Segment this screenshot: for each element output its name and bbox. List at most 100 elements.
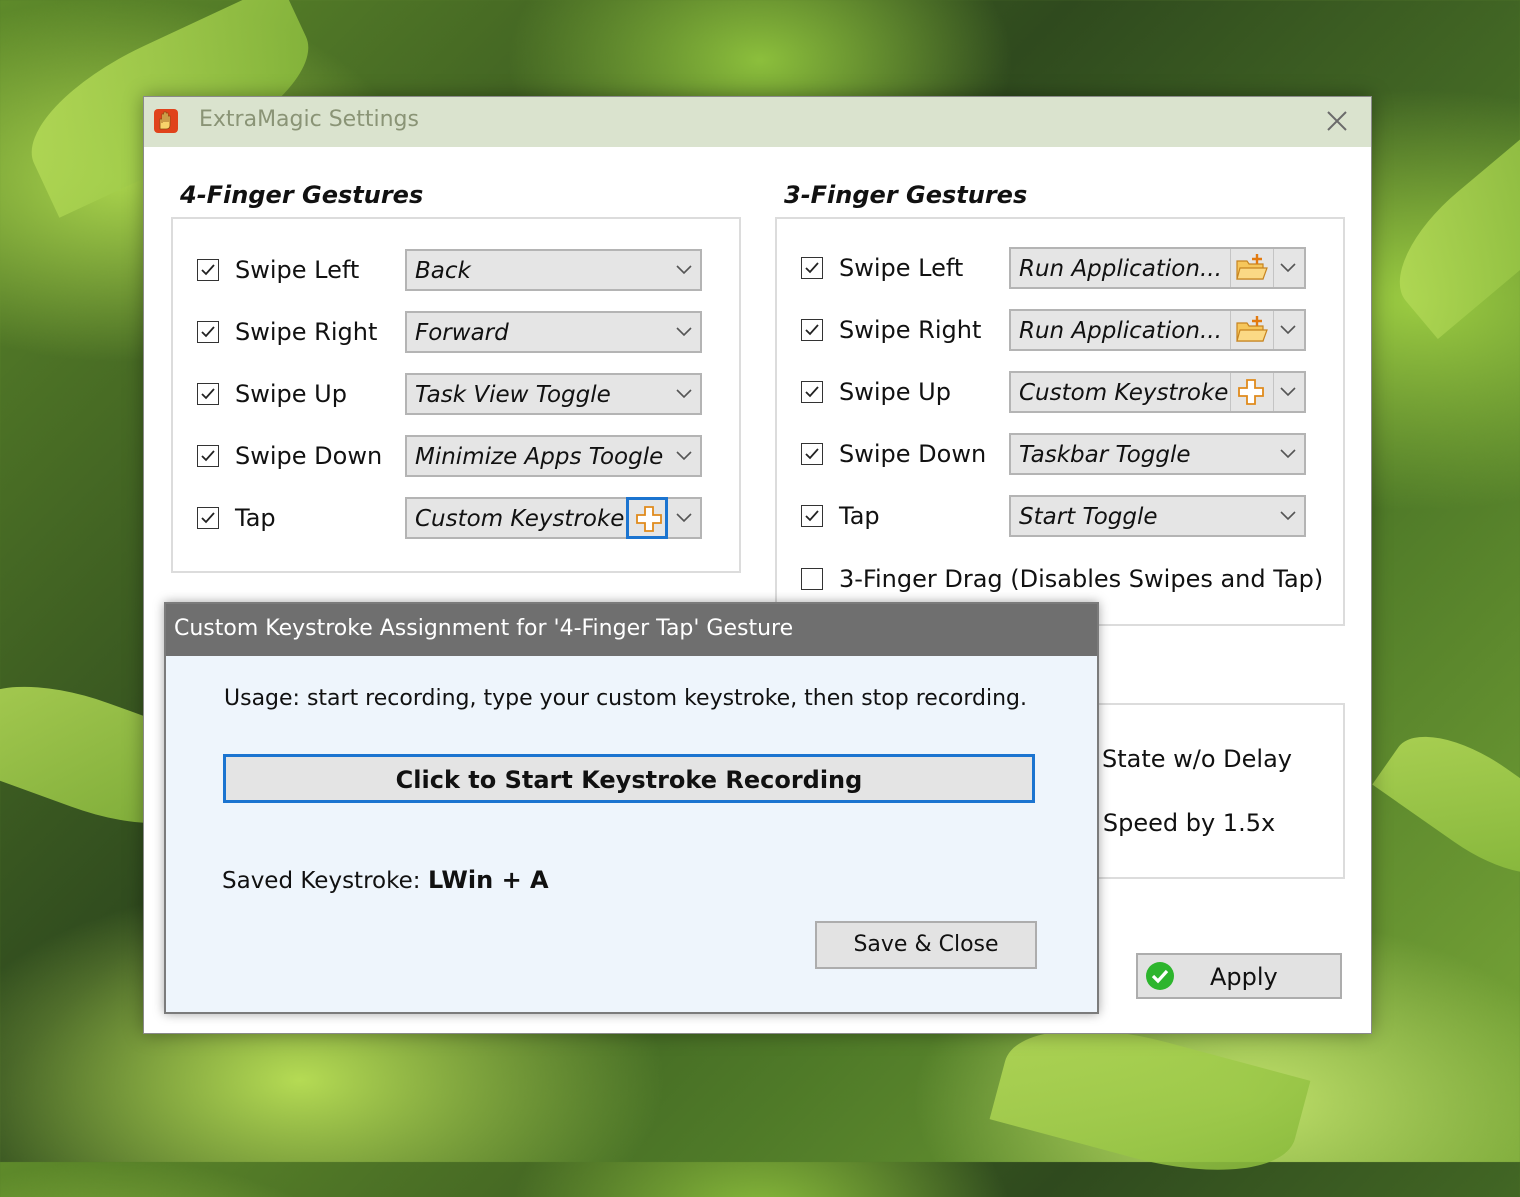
four-finger-action-dropdown-swipe-right[interactable]: Forward <box>405 311 702 353</box>
check-mark-icon <box>201 326 215 338</box>
three-finger-plus-button-swipe-up[interactable] <box>1230 373 1274 411</box>
three-finger-folder-button-swipe-left[interactable] <box>1230 249 1274 287</box>
chevron-down-icon <box>1280 387 1296 397</box>
four-finger-checkbox-swipe-down[interactable] <box>197 445 219 467</box>
check-mark-icon <box>805 324 819 336</box>
chevron-down-icon <box>1280 449 1296 459</box>
hand-icon <box>154 109 178 133</box>
four-finger-dropdown-arrow-swipe-down[interactable] <box>668 437 700 475</box>
three-finger-action-value-tap: Start Toggle <box>1019 504 1158 530</box>
three-finger-folder-button-swipe-right[interactable] <box>1230 311 1274 349</box>
three-finger-checkbox-swipe-right[interactable] <box>801 319 823 341</box>
four-finger-row-swipe-down: Swipe Down Minimize Apps Toogle <box>197 435 757 479</box>
chevron-down-icon <box>676 327 692 337</box>
usage-text: Usage: start recording, type your custom… <box>224 686 1028 711</box>
four-finger-dropdown-arrow-swipe-up[interactable] <box>668 375 700 413</box>
four-finger-action-dropdown-swipe-down[interactable]: Minimize Apps Toogle <box>405 435 702 477</box>
saved-keystroke-value: LWin + A <box>428 866 549 894</box>
three-finger-action-dropdown-tap[interactable]: Start Toggle <box>1009 495 1306 537</box>
four-finger-title: 4-Finger Gestures <box>180 181 424 209</box>
four-finger-label-swipe-up: Swipe Up <box>235 380 347 408</box>
three-finger-checkbox-swipe-down[interactable] <box>801 443 823 465</box>
check-mark-icon <box>805 386 819 398</box>
saved-keystroke-label: Saved Keystroke: <box>222 868 421 894</box>
three-finger-dropdown-arrow-swipe-right[interactable] <box>1272 311 1304 349</box>
four-finger-action-dropdown-swipe-left[interactable]: Back <box>405 249 702 291</box>
check-mark-icon <box>805 262 819 274</box>
three-finger-row-tap: Tap Start Toggle <box>801 495 1361 539</box>
option-label-1: State w/o Delay <box>1102 745 1293 773</box>
three-finger-drag-label: 3-Finger Drag (Disables Swipes and Tap) <box>839 565 1324 593</box>
four-finger-action-dropdown-tap[interactable]: Custom Keystroke. <box>405 497 702 539</box>
three-finger-dropdown-arrow-swipe-left[interactable] <box>1272 249 1304 287</box>
three-finger-action-dropdown-swipe-right[interactable]: Run Application... <box>1009 309 1306 351</box>
three-finger-title: 3-Finger Gestures <box>784 181 1028 209</box>
three-finger-drag-row[interactable]: 3-Finger Drag (Disables Swipes and Tap) <box>801 558 1324 602</box>
four-finger-plus-button-tap[interactable] <box>626 497 668 539</box>
save-close-button[interactable]: Save & Close <box>815 921 1037 969</box>
check-circle-icon <box>1146 962 1174 990</box>
four-finger-action-value-swipe-up: Task View Toggle <box>415 382 611 408</box>
three-finger-dropdown-arrow-tap[interactable] <box>1272 497 1304 535</box>
four-finger-dropdown-arrow-swipe-right[interactable] <box>668 313 700 351</box>
three-finger-action-dropdown-swipe-left[interactable]: Run Application... <box>1009 247 1306 289</box>
check-mark-icon <box>201 512 215 524</box>
folder-open-icon <box>1236 316 1268 342</box>
chevron-down-icon <box>676 451 692 461</box>
four-finger-label-swipe-left: Swipe Left <box>235 256 360 284</box>
check-mark-icon <box>201 264 215 276</box>
chevron-down-icon <box>1280 325 1296 335</box>
chevron-down-icon <box>676 265 692 275</box>
three-finger-action-dropdown-swipe-down[interactable]: Taskbar Toggle <box>1009 433 1306 475</box>
four-finger-action-value-swipe-right: Forward <box>415 320 509 346</box>
four-finger-label-swipe-down: Swipe Down <box>235 442 383 470</box>
three-finger-label-swipe-right: Swipe Right <box>839 316 982 344</box>
three-finger-checkbox-tap[interactable] <box>801 505 823 527</box>
four-finger-row-tap: Tap Custom Keystroke. <box>197 497 757 541</box>
three-finger-label-swipe-up: Swipe Up <box>839 378 951 406</box>
three-finger-dropdown-arrow-swipe-down[interactable] <box>1272 435 1304 473</box>
three-finger-checkbox-swipe-up[interactable] <box>801 381 823 403</box>
three-finger-action-value-swipe-left: Run Application... <box>1019 256 1222 282</box>
four-finger-checkbox-tap[interactable] <box>197 507 219 529</box>
four-finger-action-value-tap: Custom Keystroke. <box>415 506 624 532</box>
background-leaf <box>1372 710 1520 900</box>
three-finger-action-dropdown-swipe-up[interactable]: Custom Keystroke. <box>1009 371 1306 413</box>
plus-icon <box>1238 379 1264 405</box>
custom-keystroke-dialog: Custom Keystroke Assignment for '4-Finge… <box>164 602 1099 1014</box>
three-finger-action-value-swipe-up: Custom Keystroke. <box>1019 380 1228 406</box>
plus-icon <box>636 506 662 532</box>
option-label-2: g Speed by 1.5x <box>1080 809 1276 837</box>
three-finger-label-tap: Tap <box>839 502 880 530</box>
four-finger-action-dropdown-swipe-up[interactable]: Task View Toggle <box>405 373 702 415</box>
check-mark-icon <box>805 448 819 460</box>
apply-button[interactable]: Apply <box>1136 953 1342 999</box>
window-title: ExtraMagic Settings <box>199 107 419 132</box>
three-finger-row-swipe-up: Swipe Up Custom Keystroke. <box>801 371 1361 415</box>
background-leaf <box>1373 120 1520 340</box>
close-button[interactable] <box>1317 103 1357 139</box>
chevron-down-icon <box>1280 263 1296 273</box>
three-finger-action-value-swipe-right: Run Application... <box>1019 318 1222 344</box>
three-finger-label-swipe-down: Swipe Down <box>839 440 987 468</box>
check-mark-icon <box>805 510 819 522</box>
four-finger-dropdown-arrow-swipe-left[interactable] <box>668 251 700 289</box>
three-finger-checkbox-swipe-left[interactable] <box>801 257 823 279</box>
save-close-label: Save & Close <box>853 932 999 957</box>
four-finger-action-value-swipe-left: Back <box>415 258 471 284</box>
four-finger-dropdown-arrow-tap[interactable] <box>668 499 700 537</box>
start-recording-button[interactable]: Click to Start Keystroke Recording <box>223 754 1035 803</box>
four-finger-checkbox-swipe-left[interactable] <box>197 259 219 281</box>
four-finger-label-tap: Tap <box>235 504 276 532</box>
chevron-down-icon <box>676 513 692 523</box>
four-finger-checkbox-swipe-right[interactable] <box>197 321 219 343</box>
four-finger-row-swipe-right: Swipe Right Forward <box>197 311 757 355</box>
start-recording-label: Click to Start Keystroke Recording <box>395 766 863 794</box>
three-finger-drag-checkbox[interactable] <box>801 568 823 590</box>
three-finger-dropdown-arrow-swipe-up[interactable] <box>1272 373 1304 411</box>
three-finger-action-value-swipe-down: Taskbar Toggle <box>1019 442 1191 468</box>
title-bar: ExtraMagic Settings <box>144 97 1371 147</box>
four-finger-checkbox-swipe-up[interactable] <box>197 383 219 405</box>
check-mark-icon <box>201 450 215 462</box>
close-icon <box>1327 111 1347 131</box>
